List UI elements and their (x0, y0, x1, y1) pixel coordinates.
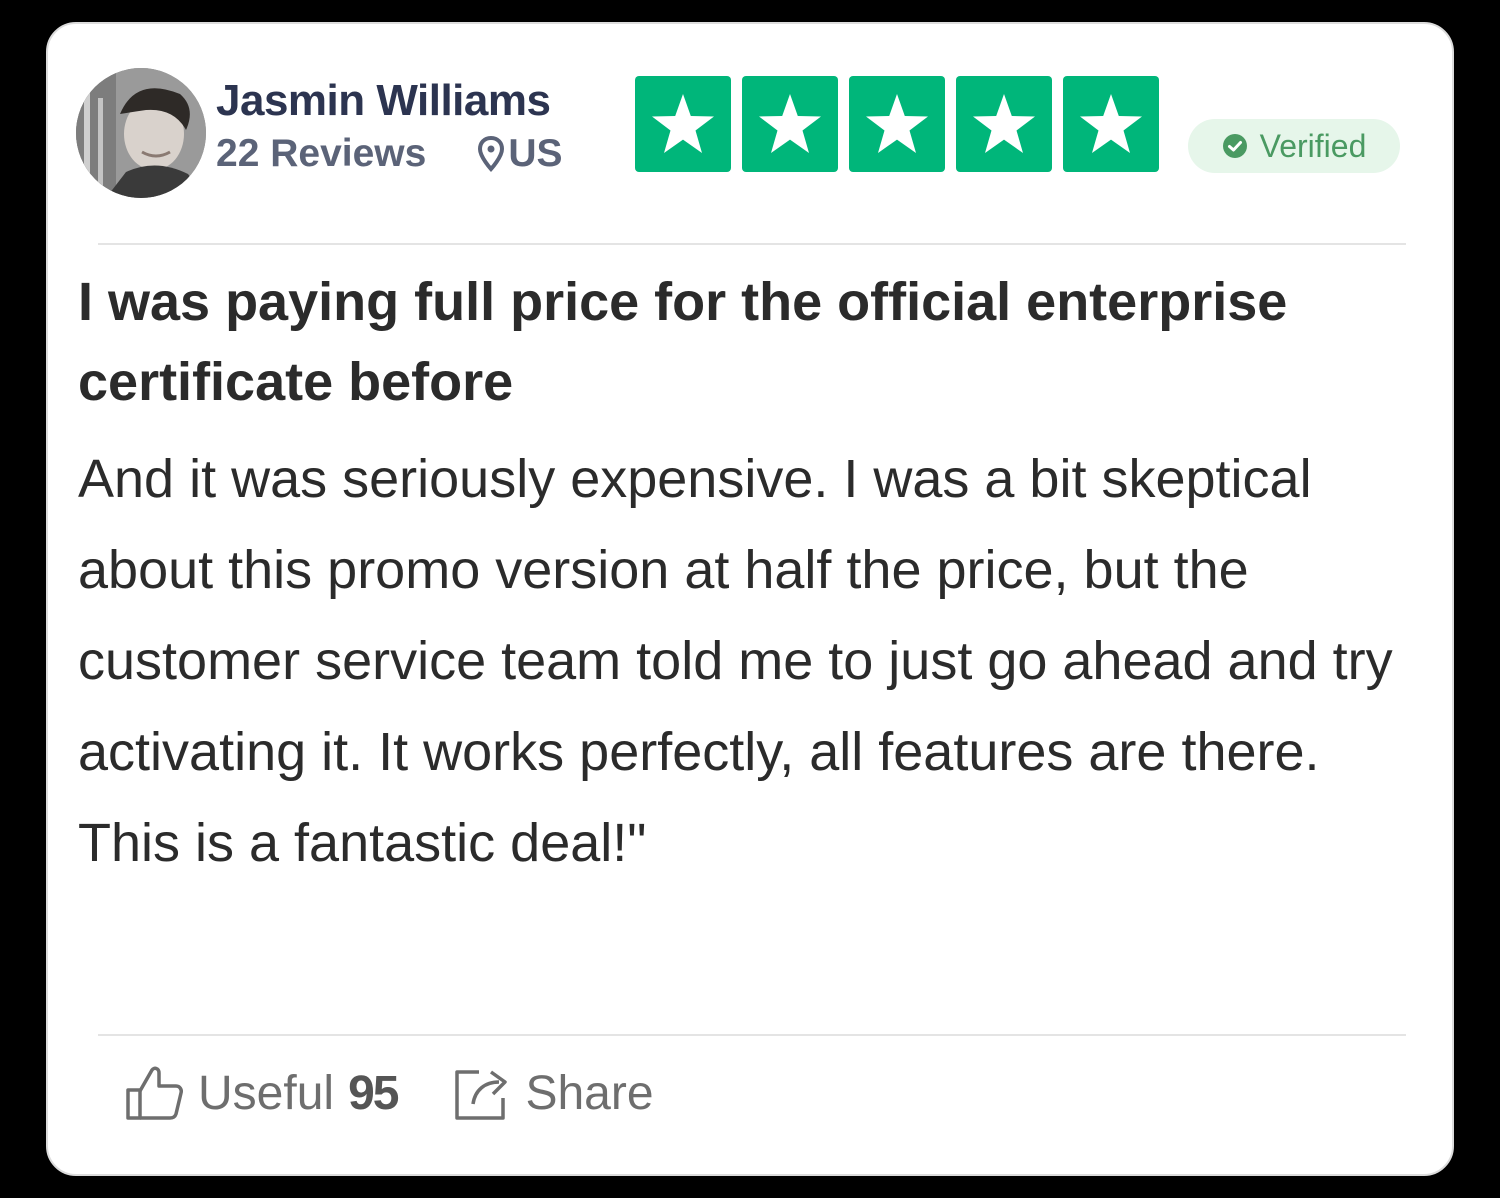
reviewer-meta: 22 Reviews US (216, 132, 563, 176)
reviewer-name[interactable]: Jasmin Williams (216, 76, 551, 126)
thumbs-up-icon (126, 1066, 183, 1120)
star-icon (956, 76, 1052, 172)
verified-badge: Verified (1188, 119, 1400, 173)
star-icon (742, 76, 838, 172)
review-title: I was paying full price for the official… (78, 272, 1288, 412)
avatar[interactable] (76, 68, 206, 198)
useful-button[interactable]: Useful 95 (124, 1064, 399, 1122)
share-icon (455, 1070, 508, 1120)
useful-count: 95 (348, 1066, 399, 1120)
share-label: Share (525, 1066, 654, 1120)
check-circle-icon (1222, 134, 1247, 158)
star-icon (849, 76, 945, 172)
review-card: Jasmin Williams 22 Reviews US Verified I… (46, 22, 1454, 1176)
useful-label: Useful (198, 1066, 335, 1120)
divider (98, 1034, 1406, 1036)
location: US (478, 132, 563, 176)
star-icon (635, 76, 731, 172)
divider (98, 243, 1406, 245)
review-count: 22 Reviews (216, 132, 427, 175)
star-rating (635, 76, 1159, 172)
review-body: And it was seriously expensive. I was a … (78, 449, 1393, 873)
location-pin-icon (478, 136, 505, 172)
location-label: US (508, 132, 563, 175)
review-actions: Useful 95 Share (124, 1064, 654, 1122)
star-icon (1063, 76, 1159, 172)
share-button[interactable]: Share (453, 1064, 654, 1122)
verified-label: Verified (1259, 127, 1367, 164)
